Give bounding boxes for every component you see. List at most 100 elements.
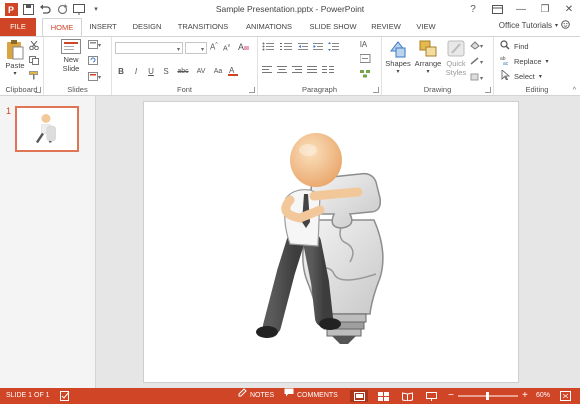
spelling-check-icon[interactable] (60, 388, 71, 404)
font-name-dropdown[interactable]: ▾ (115, 42, 183, 54)
zoom-out-button[interactable]: − (448, 388, 454, 404)
account-menu[interactable]: Office Tutorials ▾ (499, 20, 570, 31)
tab-file[interactable]: FILE (0, 18, 36, 36)
tab-transitions[interactable]: TRANSITIONS (174, 18, 232, 36)
slide-show-button[interactable] (422, 390, 440, 402)
text-direction-icon[interactable]: lA (360, 39, 372, 50)
paragraph-dialog-launcher[interactable] (373, 87, 379, 93)
bullets-icon[interactable] (262, 42, 276, 53)
italic-button[interactable]: I (130, 67, 142, 76)
normal-view-button[interactable] (350, 390, 368, 402)
font-color-icon[interactable]: A (228, 65, 240, 78)
shapes-icon (389, 41, 407, 58)
comments-label: COMMENTS (297, 392, 338, 399)
align-center-icon[interactable] (277, 65, 288, 76)
clipboard-dialog-launcher[interactable] (35, 87, 41, 93)
shape-effects-icon[interactable]: ▾ (470, 73, 486, 84)
paragraph-group: lA Paragraph (258, 37, 382, 95)
cut-icon[interactable] (29, 40, 39, 52)
section-icon[interactable]: ▾ (88, 72, 102, 83)
replace-icon: ab ac (500, 55, 510, 67)
reading-view-icon (401, 391, 413, 401)
comments-button[interactable]: COMMENTS (284, 388, 338, 404)
layout-icon[interactable]: ▾ (88, 40, 102, 51)
zoom-level[interactable]: 60% (536, 388, 550, 404)
close-button[interactable]: ✕ (562, 2, 576, 16)
replace-button[interactable]: ab ac Replace ▾ (500, 55, 549, 67)
replace-dropdown-icon: ▾ (545, 58, 549, 65)
quick-styles-button[interactable]: Quick Styles (444, 39, 468, 77)
svg-text:ac: ac (503, 61, 509, 65)
line-spacing-icon[interactable] (328, 42, 339, 53)
collapse-ribbon-icon[interactable]: ^ (573, 87, 576, 94)
columns-icon[interactable] (322, 65, 335, 76)
drawing-group: Shapes ▾ Arrange ▾ Quick Styles ▾ ▾ ▾ Dr… (382, 37, 494, 95)
slides-group: New Slide ▾ ▾ Slides (44, 37, 112, 95)
decrease-indent-icon[interactable] (298, 42, 309, 53)
slide-editor-canvas (96, 96, 580, 388)
minimize-button[interactable]: — (514, 2, 528, 16)
clipboard-group: Paste ▾ Clipboard (0, 37, 44, 95)
reset-icon[interactable] (88, 56, 102, 67)
quick-styles-icon (447, 40, 465, 57)
reading-view-button[interactable] (398, 390, 416, 402)
font-dialog-launcher[interactable] (249, 87, 255, 93)
tab-insert[interactable]: INSERT (86, 18, 120, 36)
zoom-slider[interactable] (458, 388, 518, 404)
tab-review[interactable]: REVIEW (368, 18, 404, 36)
svg-text:▾: ▾ (480, 76, 483, 82)
format-painter-icon[interactable] (29, 71, 39, 82)
align-left-icon[interactable] (262, 65, 273, 76)
align-text-icon[interactable] (359, 54, 372, 65)
align-right-icon[interactable] (292, 65, 303, 76)
svg-text:▾: ▾ (98, 43, 101, 49)
svg-text:A: A (229, 66, 235, 75)
slide-thumbnail[interactable] (15, 106, 79, 152)
decrease-font-size-icon[interactable]: Av (223, 43, 230, 52)
increase-font-size-icon[interactable]: A^ (210, 42, 218, 52)
tab-design[interactable]: DESIGN (128, 18, 166, 36)
bold-button[interactable]: B (115, 67, 127, 76)
select-label: Select (514, 71, 535, 81)
help-button[interactable]: ? (466, 2, 480, 16)
new-slide-button[interactable]: New Slide (58, 39, 84, 73)
zoom-in-button[interactable]: + (522, 388, 528, 404)
find-label: Find (514, 41, 529, 51)
change-case-button[interactable]: Aa (211, 68, 225, 75)
smiley-feedback-icon[interactable] (561, 20, 570, 31)
find-icon (500, 40, 510, 52)
new-slide-icon (61, 39, 81, 54)
slide-sorter-button[interactable] (374, 390, 392, 402)
numbering-icon[interactable] (280, 42, 294, 53)
justify-icon[interactable] (307, 65, 318, 76)
drawing-dialog-launcher[interactable] (485, 87, 491, 93)
tab-view[interactable]: VIEW (412, 18, 440, 36)
shapes-button[interactable]: Shapes ▾ (384, 39, 412, 77)
increase-indent-icon[interactable] (313, 42, 324, 53)
restore-button[interactable]: ❐ (538, 2, 552, 16)
arrange-button[interactable]: Arrange ▾ (413, 39, 443, 77)
select-dropdown-icon: ▾ (538, 73, 542, 80)
shadow-button[interactable]: S (160, 67, 172, 76)
find-button[interactable]: Find (500, 40, 529, 52)
select-button[interactable]: Select ▾ (500, 69, 542, 82)
shape-fill-icon[interactable]: ▾ (470, 41, 486, 52)
font-name-arrow-icon: ▾ (176, 47, 180, 53)
clear-formatting-icon[interactable]: A (238, 41, 250, 54)
tab-slide-show[interactable]: SLIDE SHOW (306, 18, 360, 36)
character-spacing-button[interactable]: AV (194, 68, 208, 75)
underline-button[interactable]: U (145, 67, 157, 76)
shape-outline-icon[interactable]: ▾ (470, 57, 486, 68)
copy-icon[interactable] (29, 56, 39, 67)
slide-canvas[interactable] (144, 102, 518, 382)
font-size-dropdown[interactable]: ▾ (185, 42, 207, 54)
tab-animations[interactable]: ANIMATIONS (240, 18, 298, 36)
shapes-dropdown-icon: ▾ (396, 69, 400, 75)
notes-button[interactable]: NOTES (238, 388, 274, 404)
smartart-icon[interactable] (360, 69, 372, 80)
tab-home[interactable]: HOME (42, 18, 82, 37)
strikethrough-button[interactable]: abc (175, 68, 191, 75)
ribbon-display-options-icon[interactable] (490, 2, 504, 16)
fit-slide-icon[interactable] (560, 388, 571, 404)
paste-button[interactable]: Paste ▾ (4, 39, 26, 79)
